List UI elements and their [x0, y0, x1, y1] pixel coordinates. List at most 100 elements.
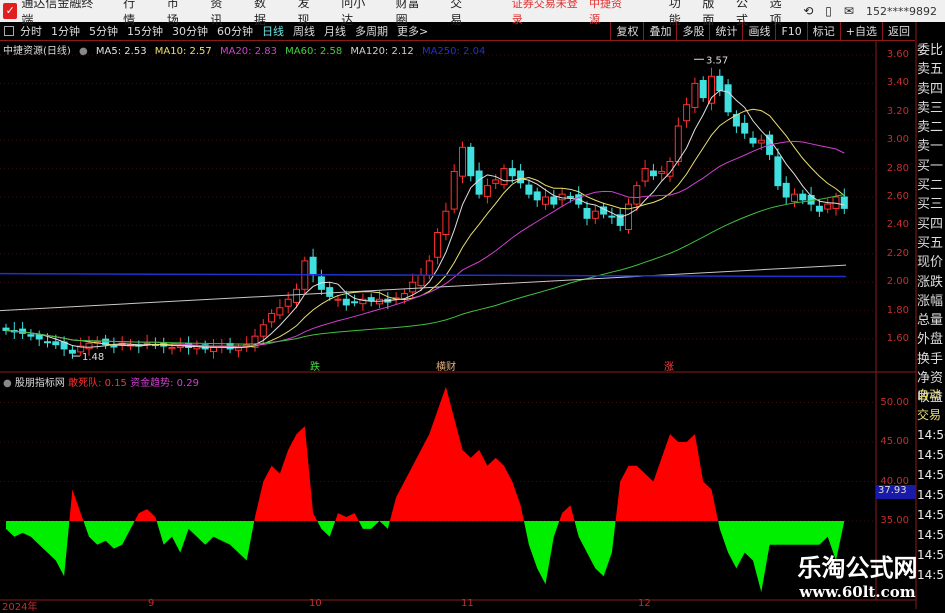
quote-field[interactable]: 买二 [917, 176, 945, 195]
quote-field[interactable]: 买五 [917, 234, 945, 253]
quote-field[interactable]: 外盘 [917, 330, 945, 349]
quote-field[interactable]: 涨跌 [917, 273, 945, 292]
candle-body [525, 184, 533, 195]
candle-body [625, 203, 632, 230]
quote-field[interactable]: 卖四 [917, 80, 945, 99]
candle-body [19, 328, 27, 334]
candle-body [633, 185, 641, 205]
candle-body [807, 194, 815, 205]
candle-body [542, 196, 549, 205]
candle-body [566, 195, 574, 198]
candle-body [608, 215, 616, 218]
candle-body [708, 75, 715, 104]
candle-body [467, 146, 475, 177]
trade-field[interactable]: 14:56 [917, 425, 945, 445]
candle-body [500, 168, 508, 186]
indicator-dropdown-icon[interactable]: ● [3, 378, 12, 389]
signal-label: 横财 [436, 362, 456, 373]
indicator-tick: 35.00 [880, 515, 909, 526]
candle-body [716, 75, 724, 92]
date-label: 10 [309, 598, 322, 609]
current-value-badge: 37.93 [876, 485, 916, 499]
candle-body [284, 298, 292, 307]
quote-field[interactable]: 卖三 [917, 99, 945, 118]
ma120-line [0, 264, 847, 312]
candle-body [168, 347, 176, 350]
candle-body [508, 168, 516, 177]
ma60-line [5, 194, 845, 345]
date-label: 9 [148, 598, 155, 609]
candle-body [674, 125, 682, 162]
high-annotation: 3.57 [706, 55, 728, 66]
quote-field[interactable]: 总量 [917, 311, 945, 330]
price-tick: 3.00 [886, 134, 909, 146]
candle-body [774, 156, 782, 187]
candle-body [367, 297, 375, 302]
candle-body [840, 196, 848, 209]
price-tick: 1.80 [886, 304, 909, 316]
price-tick: 2.20 [886, 247, 909, 259]
watermark-line2: www.60lt.com [799, 583, 916, 601]
price-tick: 3.40 [886, 77, 909, 89]
trade-field[interactable]: 交易 [917, 405, 945, 425]
signal-label: 涨 [664, 362, 674, 373]
price-tick: 1.60 [886, 333, 909, 344]
candle-body [799, 193, 807, 201]
candle-body [293, 288, 300, 303]
quote-field[interactable]: 买三 [917, 195, 945, 214]
quote-field[interactable]: 现价 [917, 253, 945, 272]
quote-field[interactable]: 买四 [917, 215, 945, 234]
indicator-tick: 50.00 [880, 396, 909, 408]
quote-field[interactable]: 卖五 [917, 60, 945, 79]
candle-body [176, 345, 184, 349]
candle-body [649, 170, 657, 177]
trade-field[interactable]: 14:56 [917, 465, 945, 485]
candle-body [326, 287, 334, 297]
candle-body [749, 137, 757, 144]
candle-body [35, 334, 43, 340]
candle-body [591, 210, 599, 219]
candle-body [276, 307, 284, 316]
watermark: 乐淘公式网 www.60lt.com [770, 553, 945, 609]
trade-field[interactable]: 自动 [917, 385, 945, 405]
candle-body [550, 196, 558, 205]
candle-body [741, 122, 749, 134]
quote-field[interactable]: 涨幅 [917, 292, 945, 311]
candle-body [85, 342, 93, 350]
candle-body [342, 298, 350, 306]
indicator-series-1: 敢死队: 0.15 [68, 378, 127, 389]
candle-body [483, 185, 491, 197]
trade-field[interactable]: 14:56 [917, 445, 945, 465]
candle-body [691, 82, 699, 108]
candle-body [815, 205, 823, 212]
quote-field[interactable]: 委比 [917, 41, 945, 60]
price-tick: 2.80 [886, 162, 909, 174]
chart-canvas[interactable]: 3.57 1.48 [0, 0, 945, 609]
candle-body [425, 260, 433, 276]
candle-body [2, 327, 10, 331]
trade-field[interactable]: 14:56 [917, 525, 945, 545]
candle-body [417, 274, 425, 287]
candle-body [309, 256, 317, 276]
quote-field[interactable]: 卖一 [917, 137, 945, 156]
date-label: 2024年 [2, 602, 38, 613]
candle-body [334, 298, 342, 301]
indicator-positive-area [6, 386, 845, 521]
candle-body [27, 334, 35, 337]
ma10-line [5, 108, 845, 348]
quote-field[interactable]: 换手 [917, 350, 945, 369]
trade-field[interactable]: 14:56 [917, 505, 945, 525]
candle-body [699, 80, 707, 99]
candle-body [442, 210, 450, 236]
price-tick: 2.40 [886, 219, 909, 231]
quote-field[interactable]: 卖二 [917, 118, 945, 137]
candle-body [492, 179, 500, 184]
candle-body [259, 324, 267, 337]
candle-body [683, 104, 691, 122]
quote-field[interactable]: 买一 [917, 157, 945, 176]
price-tick: 3.20 [886, 105, 909, 117]
trade-field[interactable]: 14:56 [917, 485, 945, 505]
candle-body [210, 347, 217, 353]
candle-body [724, 84, 732, 113]
low-annotation: 1.48 [82, 352, 104, 363]
